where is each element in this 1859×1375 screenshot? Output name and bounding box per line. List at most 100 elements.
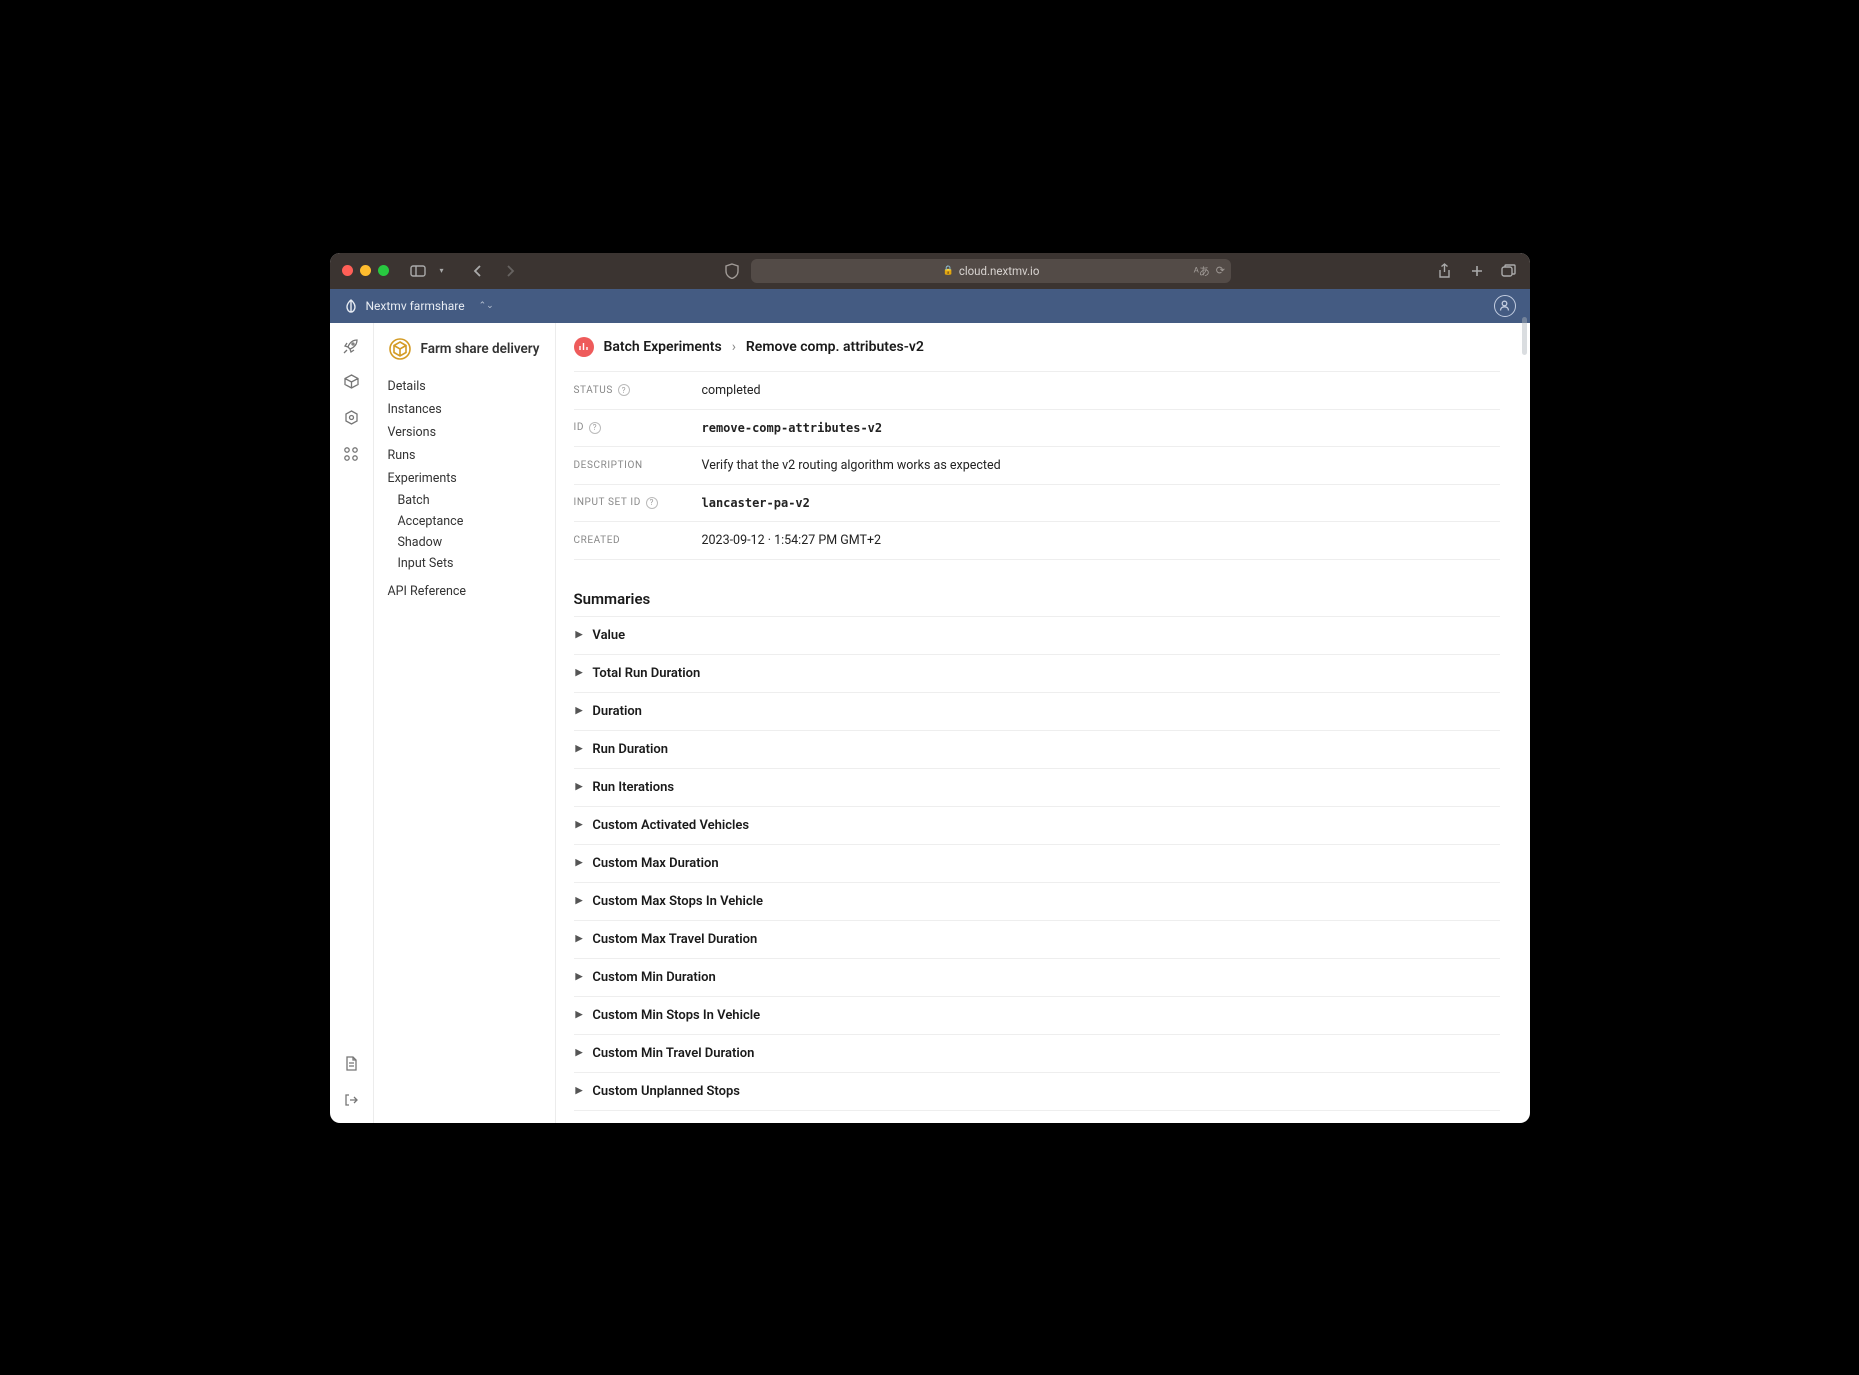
help-icon[interactable]: ?	[646, 497, 658, 509]
app-body: Farm share delivery Details Instances Ve…	[330, 323, 1530, 1123]
privacy-shield-icon[interactable]	[723, 263, 741, 279]
disclosure-triangle-icon: ▶	[576, 934, 583, 944]
summary-row-label: Run Iterations	[592, 780, 674, 795]
meta-value-id: remove-comp-attributes-v2	[702, 421, 883, 435]
logout-icon[interactable]	[342, 1091, 360, 1109]
sidebar-item-input-sets[interactable]: Input Sets	[398, 553, 541, 574]
summary-row[interactable]: ▶ Custom Min Travel Duration	[574, 1035, 1500, 1073]
summary-row-label: Custom Max Stops In Vehicle	[592, 894, 763, 909]
hexagon-icon[interactable]	[342, 409, 360, 427]
address-bar[interactable]: 🔒 cloud.nextmv.io ᴬあ ⟳	[751, 259, 1231, 283]
chevron-updown-icon: ⌃⌄	[479, 301, 494, 311]
minimize-window-icon[interactable]	[360, 265, 371, 276]
summary-row[interactable]: ▶ Custom Max Duration	[574, 845, 1500, 883]
summary-row-label: Custom Max Duration	[592, 856, 718, 871]
disclosure-triangle-icon: ▶	[576, 820, 583, 830]
meta-label-input-set-id: Input Set ID	[574, 497, 641, 508]
icon-rail	[330, 323, 374, 1123]
meta-value-status: completed	[702, 383, 761, 398]
reader-icon[interactable]: ᴬあ	[1194, 263, 1210, 279]
org-switcher[interactable]: Nextmv farmshare ⌃⌄	[344, 299, 494, 313]
summary-row[interactable]: ▶Total Run Duration	[574, 655, 1500, 693]
disclosure-triangle-icon: ▶	[576, 1086, 583, 1096]
summary-row[interactable]: ▶Duration	[574, 693, 1500, 731]
share-icon[interactable]	[1436, 263, 1454, 279]
sidebar-title-text: Farm share delivery	[421, 341, 540, 357]
forward-icon[interactable]	[501, 264, 519, 278]
summary-row-label: Value	[592, 628, 625, 643]
disclosure-triangle-icon: ▶	[576, 1048, 583, 1058]
rocket-icon[interactable]	[342, 337, 360, 355]
document-icon[interactable]	[342, 1055, 360, 1073]
help-icon[interactable]: ?	[618, 384, 630, 396]
grid-icon[interactable]	[342, 445, 360, 463]
sidebar-item-runs[interactable]: Runs	[388, 444, 541, 467]
sidebar-toggle-icon[interactable]	[409, 265, 427, 277]
sidebar-item-api-reference[interactable]: API Reference	[388, 580, 541, 603]
meta-value-input-set-id: lancaster-pa-v2	[702, 496, 810, 510]
tabs-overview-icon[interactable]	[1500, 263, 1518, 279]
meta-row-status: Status ? completed	[574, 372, 1500, 410]
breadcrumb-leaf: Remove comp. attributes-v2	[746, 339, 924, 355]
back-icon[interactable]	[469, 264, 487, 278]
maximize-window-icon[interactable]	[378, 265, 389, 276]
sidebar-title: Farm share delivery	[388, 337, 541, 361]
summary-row-label: Duration	[592, 704, 642, 719]
disclosure-triangle-icon: ▶	[576, 1010, 583, 1020]
chevron-down-icon[interactable]: ▾	[433, 266, 451, 275]
summary-row[interactable]: ▶Custom Min Stops In Vehicle	[574, 997, 1500, 1035]
disclosure-triangle-icon: ▶	[576, 896, 583, 906]
summary-row[interactable]: ▶ Value	[574, 616, 1500, 655]
summary-row-label: Total Run Duration	[592, 666, 700, 681]
app-topnav: Nextmv farmshare ⌃⌄	[330, 289, 1530, 323]
breadcrumb: Batch Experiments › Remove comp. attribu…	[574, 337, 1500, 357]
sidebar-item-experiments[interactable]: Experiments	[388, 467, 541, 490]
meta-label-description: Description	[574, 460, 643, 471]
sidebar-item-batch[interactable]: Batch	[398, 490, 541, 511]
meta-value-description: Verify that the v2 routing algorithm wor…	[702, 458, 1001, 473]
sidebar-item-instances[interactable]: Instances	[388, 398, 541, 421]
close-window-icon[interactable]	[342, 265, 353, 276]
experiments-badge-icon	[574, 337, 594, 357]
summaries-list: ▶Value▶Total Run Duration▶Duration▶Run D…	[574, 616, 1500, 1111]
url-text: cloud.nextmv.io	[959, 264, 1040, 278]
refresh-icon[interactable]: ⟳	[1216, 264, 1225, 277]
summary-row[interactable]: ▶ Run Iterations	[574, 769, 1500, 807]
sidebar-item-shadow[interactable]: Shadow	[398, 532, 541, 553]
summary-row-label: Custom Min Duration	[592, 970, 715, 985]
summary-row[interactable]: ▶Custom Min Duration	[574, 959, 1500, 997]
help-icon[interactable]: ?	[589, 422, 601, 434]
summary-row-label: Custom Activated Vehicles	[592, 818, 749, 833]
summary-row-label: Custom Max Travel Duration	[592, 932, 757, 947]
meta-row-description: Description Verify that the v2 routing a…	[574, 447, 1500, 485]
delivery-hex-icon	[388, 337, 412, 361]
cube-icon[interactable]	[342, 373, 360, 391]
summary-row[interactable]: ▶ Custom Activated Vehicles	[574, 807, 1500, 845]
sidebar-item-versions[interactable]: Versions	[388, 421, 541, 444]
summary-row-label: Custom Unplanned Stops	[592, 1084, 740, 1099]
summaries-heading: Summaries	[574, 590, 1500, 608]
meta-table: Status ? completed ID ? remove-comp-attr…	[574, 371, 1500, 560]
sidebar: Farm share delivery Details Instances Ve…	[374, 323, 556, 1123]
user-avatar[interactable]	[1494, 295, 1516, 317]
scrollbar-thumb[interactable]	[1522, 317, 1527, 355]
browser-chrome: ▾ 🔒 cloud.nextmv.io ᴬあ ⟳	[330, 253, 1530, 289]
sidebar-item-details[interactable]: Details	[388, 375, 541, 398]
summary-row[interactable]: ▶ Custom Unplanned Stops	[574, 1073, 1500, 1111]
new-tab-icon[interactable]	[1468, 263, 1486, 279]
summary-row[interactable]: ▶ Custom Max Stops In Vehicle	[574, 883, 1500, 921]
disclosure-triangle-icon: ▶	[576, 630, 583, 640]
meta-label-created: Created	[574, 535, 621, 546]
summary-row[interactable]: ▶Run Duration	[574, 731, 1500, 769]
summary-row-label: Custom Min Travel Duration	[592, 1046, 754, 1061]
disclosure-triangle-icon: ▶	[576, 782, 583, 792]
meta-row-input-set-id: Input Set ID ? lancaster-pa-v2	[574, 485, 1500, 522]
traffic-lights	[342, 265, 389, 276]
nextmv-logo-icon	[344, 299, 358, 313]
breadcrumb-root[interactable]: Batch Experiments	[604, 339, 722, 355]
meta-label-id: ID	[574, 422, 584, 433]
summary-row[interactable]: ▶ Custom Max Travel Duration	[574, 921, 1500, 959]
sidebar-item-acceptance[interactable]: Acceptance	[398, 511, 541, 532]
disclosure-triangle-icon: ▶	[576, 858, 583, 868]
lock-icon: 🔒	[943, 266, 954, 276]
